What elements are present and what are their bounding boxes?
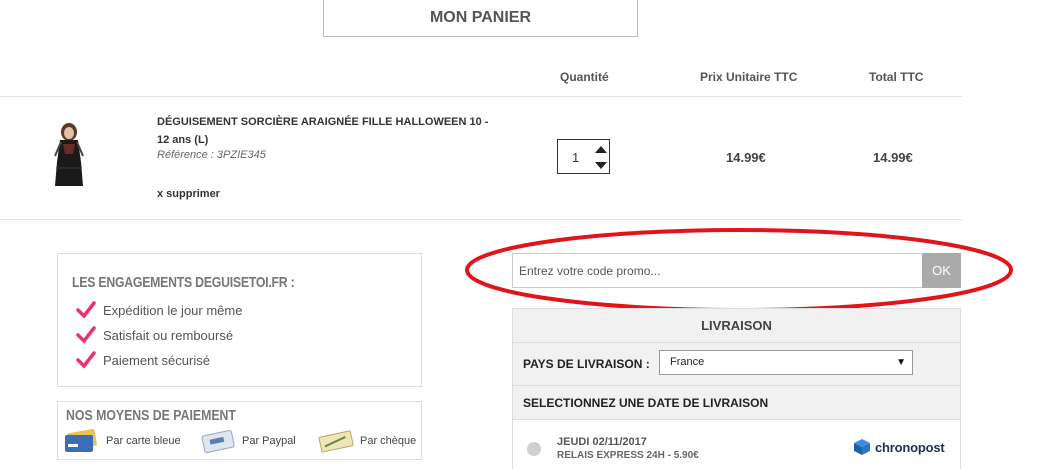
product-name[interactable]: DÉGUISEMENT SORCIÈRE ARAIGNÉE FILLE HALL… [157, 113, 502, 149]
product-reference: Référence : 3PZIE345 [157, 149, 266, 161]
cheque-icon [318, 430, 354, 453]
remove-item-link[interactable]: x supprimer [157, 188, 220, 200]
payment-method-label: Par carte bleue [106, 435, 181, 447]
engagement-label: Satisfait ou remboursé [103, 327, 234, 343]
table-divider [0, 219, 962, 220]
delivery-title: LIVRAISON [513, 309, 960, 343]
delivery-date-header: SELECTIONNEZ UNE DATE DE LIVRAISON [513, 385, 960, 420]
payment-title: NOS MOYENS DE PAIEMENT [66, 407, 236, 424]
delivery-date-label: SELECTIONNEZ UNE DATE DE LIVRAISON [523, 396, 769, 410]
delivery-option-date: JEUDI 02/11/2017 [557, 436, 647, 448]
checkmark-icon [76, 326, 96, 344]
column-header-quantity: Quantité [560, 70, 609, 84]
checkmark-icon [76, 351, 96, 369]
checkmark-icon [76, 301, 96, 319]
engagements-box: LES ENGAGEMENTS DEGUISETOI.FR : Expéditi… [57, 253, 422, 387]
country-value: France [670, 356, 705, 368]
column-header-total: Total TTC [869, 70, 924, 84]
delivery-option-radio[interactable] [527, 442, 541, 456]
delivery-option[interactable]: JEUDI 02/11/2017 RELAIS EXPRESS 24H - 5.… [513, 420, 960, 470]
column-header-unit-price: Prix Unitaire TTC [700, 70, 798, 84]
quantity-decrease-button[interactable] [593, 157, 609, 173]
payment-method-card: Par carte bleue [64, 429, 181, 453]
chronopost-cube-icon [854, 439, 870, 455]
total-price: 14.99€ [873, 150, 913, 165]
country-select[interactable]: France ▼ [659, 350, 913, 375]
payment-methods-box: NOS MOYENS DE PAIEMENT Par carte bleue P… [57, 401, 422, 460]
chronopost-logo: chronopost [853, 438, 945, 456]
engagements-title: LES ENGAGEMENTS DEGUISETOI.FR : [72, 274, 295, 291]
engagement-label: Expédition le jour même [103, 302, 243, 318]
arrow-up-icon [595, 145, 607, 153]
credit-card-icon [65, 429, 97, 452]
highlight-annotation [465, 228, 1013, 312]
engagement-item: Expédition le jour même [76, 301, 242, 319]
quantity-value[interactable]: 1 [572, 150, 579, 165]
paypal-card-icon [201, 429, 235, 453]
country-label: PAYS DE LIVRAISON : [523, 357, 650, 371]
table-divider [0, 96, 962, 97]
quantity-stepper[interactable]: 1 [557, 139, 610, 174]
payment-method-paypal: Par Paypal [200, 429, 296, 453]
payment-method-label: Par chèque [360, 435, 417, 447]
product-image[interactable] [52, 122, 86, 188]
delivery-option-description: RELAIS EXPRESS 24H - 5.90€ [557, 450, 699, 461]
engagement-label: Paiement sécurisé [103, 352, 210, 368]
engagement-item: Satisfait ou remboursé [76, 326, 233, 344]
unit-price: 14.99€ [726, 150, 766, 165]
payment-method-cheque: Par chèque [318, 429, 416, 453]
payment-method-label: Par Paypal [242, 435, 296, 447]
page-title: MON PANIER [323, 0, 638, 37]
carrier-name: chronopost [875, 439, 945, 455]
arrow-down-icon [595, 161, 607, 169]
dropdown-arrow-icon: ▼ [896, 357, 906, 368]
quantity-increase-button[interactable] [593, 141, 609, 157]
engagement-item: Paiement sécurisé [76, 351, 210, 369]
delivery-panel: LIVRAISON PAYS DE LIVRAISON : France ▼ S… [512, 308, 961, 470]
